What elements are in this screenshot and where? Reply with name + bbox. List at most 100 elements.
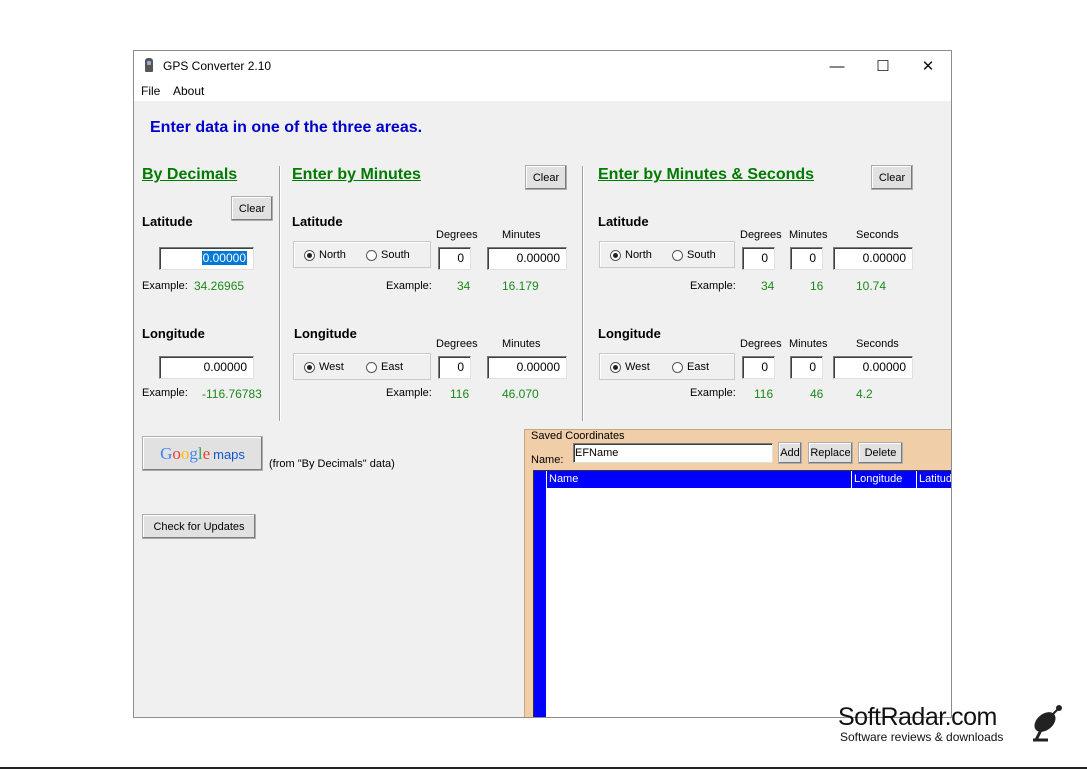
radio-unselected-icon bbox=[672, 361, 683, 373]
by-minutes-title: Enter by Minutes bbox=[292, 166, 421, 183]
minutes-east-radio[interactable]: East bbox=[366, 361, 403, 373]
radio-unselected-icon bbox=[672, 249, 683, 261]
column-header-longitude[interactable]: Longitude bbox=[851, 471, 916, 488]
minutes-longitude-label: Longitude bbox=[294, 326, 357, 341]
minutes-lat-example-deg: 34 bbox=[457, 279, 471, 293]
seconds-lon-example-sec: 4.2 bbox=[856, 387, 873, 401]
radio-selected-icon bbox=[304, 361, 315, 373]
seconds-lat-example-deg: 34 bbox=[761, 279, 775, 293]
seconds-west-radio[interactable]: West bbox=[610, 361, 650, 373]
seconds-lat-example-sec: 10.74 bbox=[856, 279, 887, 293]
minutes-lon-example-label: Example: bbox=[386, 387, 432, 399]
decimals-clear-button[interactable]: Clear bbox=[231, 196, 273, 221]
seconds-east-radio[interactable]: East bbox=[672, 361, 709, 373]
seconds-lat-seconds-input[interactable]: 0.00000 bbox=[833, 247, 913, 270]
radio-unselected-icon bbox=[366, 361, 377, 373]
separator-2 bbox=[582, 166, 584, 421]
saved-add-button[interactable]: Add bbox=[778, 442, 802, 464]
softradar-watermark: SoftRadar.com bbox=[838, 703, 997, 731]
separator-1 bbox=[279, 166, 281, 421]
list-header: Name Longitude Latitud bbox=[546, 471, 951, 488]
column-header-latitude[interactable]: Latitud bbox=[916, 471, 951, 488]
minutes-north-label: North bbox=[319, 249, 346, 261]
saved-coordinates-panel: Saved Coordinates Name: EFName Add Repla… bbox=[524, 429, 951, 717]
minutes-lon-example-deg: 116 bbox=[450, 387, 470, 401]
check-updates-button[interactable]: Check for Updates bbox=[142, 514, 256, 539]
radio-unselected-icon bbox=[366, 249, 377, 261]
saved-coordinates-list[interactable]: Name Longitude Latitud bbox=[533, 470, 951, 717]
decimals-lon-example-value: -116.76783 bbox=[202, 387, 262, 401]
seconds-east-label: East bbox=[687, 361, 710, 373]
radio-selected-icon bbox=[304, 249, 315, 261]
minutes-clear-button[interactable]: Clear bbox=[525, 165, 567, 190]
seconds-lat-seconds-label: Seconds bbox=[856, 229, 899, 241]
minutes-lon-minutes-label: Minutes bbox=[502, 338, 541, 350]
google-maps-note: (from "By Decimals" data) bbox=[269, 458, 395, 470]
close-button[interactable]: ✕ bbox=[905, 51, 951, 81]
minutes-lon-minutes-input[interactable]: 0.00000 bbox=[487, 356, 567, 379]
seconds-lon-degrees-input[interactable]: 0 bbox=[742, 356, 775, 379]
saved-name-input[interactable]: EFName bbox=[573, 443, 773, 463]
decimals-lon-example-label: Example: bbox=[142, 387, 188, 399]
seconds-lon-example-min: 46 bbox=[810, 387, 824, 401]
seconds-lat-minutes-input[interactable]: 0 bbox=[790, 247, 823, 270]
decimals-lat-example-value: 34.26965 bbox=[194, 279, 245, 293]
seconds-lon-example-deg: 116 bbox=[754, 387, 774, 401]
google-maps-button[interactable]: Google maps bbox=[142, 436, 263, 471]
seconds-lat-minutes-label: Minutes bbox=[789, 229, 828, 241]
saved-replace-button[interactable]: Replace bbox=[808, 442, 853, 464]
saved-delete-button[interactable]: Delete bbox=[858, 442, 903, 464]
by-seconds-title: Enter by Minutes & Seconds bbox=[598, 166, 815, 183]
minutes-lat-degrees-label: Degrees bbox=[436, 229, 478, 241]
minutes-west-radio[interactable]: West bbox=[304, 361, 344, 373]
menu-bar: File About bbox=[134, 81, 951, 101]
title-bar: GPS Converter 2.10 — ☐ ✕ bbox=[134, 51, 951, 81]
minutes-lat-example-label: Example: bbox=[386, 280, 432, 292]
seconds-lon-example-label: Example: bbox=[690, 387, 736, 399]
seconds-lon-seconds-label: Seconds bbox=[856, 338, 899, 350]
seconds-latitude-label: Latitude bbox=[598, 214, 649, 229]
minutes-south-radio[interactable]: South bbox=[366, 249, 410, 261]
minutes-north-radio[interactable]: North bbox=[304, 249, 346, 261]
seconds-south-label: South bbox=[687, 249, 716, 261]
seconds-lon-degrees-label: Degrees bbox=[740, 338, 782, 350]
maximize-button[interactable]: ☐ bbox=[860, 51, 906, 81]
column-header-name[interactable]: Name bbox=[546, 471, 851, 488]
seconds-north-radio[interactable]: North bbox=[610, 249, 652, 261]
menu-file[interactable]: File bbox=[141, 84, 160, 98]
google-maps-text: maps bbox=[213, 446, 245, 462]
seconds-lat-example-label: Example: bbox=[690, 280, 736, 292]
window-title: GPS Converter 2.10 bbox=[163, 59, 272, 73]
app-window: GPS Converter 2.10 — ☐ ✕ File About Ente… bbox=[133, 50, 952, 718]
list-row-header-column bbox=[534, 471, 546, 717]
decimals-latitude-value: 0.00000 bbox=[201, 251, 247, 265]
minutes-lon-hemisphere-group: West East bbox=[293, 353, 431, 380]
satellite-dish-icon bbox=[1033, 705, 1062, 742]
minutes-south-label: South bbox=[381, 249, 410, 261]
seconds-clear-button[interactable]: Clear bbox=[871, 165, 913, 190]
seconds-lat-hemisphere-group: North South bbox=[599, 241, 735, 268]
seconds-lat-degrees-input[interactable]: 0 bbox=[742, 247, 775, 270]
seconds-lon-hemisphere-group: West East bbox=[599, 353, 735, 380]
saved-name-label: Name: bbox=[531, 454, 564, 466]
decimals-longitude-input[interactable]: 0.00000 bbox=[159, 356, 254, 379]
seconds-south-radio[interactable]: South bbox=[672, 249, 716, 261]
decimals-longitude-label: Longitude bbox=[142, 326, 205, 341]
decimals-latitude-label: Latitude bbox=[142, 214, 193, 229]
seconds-longitude-label: Longitude bbox=[598, 326, 661, 341]
minutes-lat-degrees-input[interactable]: 0 bbox=[438, 247, 471, 270]
seconds-north-label: North bbox=[625, 249, 652, 261]
minutes-lat-minutes-input[interactable]: 0.00000 bbox=[487, 247, 567, 270]
saved-coordinates-title: Saved Coordinates bbox=[531, 430, 625, 442]
minimize-button[interactable]: — bbox=[814, 51, 860, 81]
by-decimals-title: By Decimals bbox=[142, 166, 238, 183]
decimals-latitude-input[interactable]: 0.00000 bbox=[159, 247, 254, 270]
minutes-lon-degrees-input[interactable]: 0 bbox=[438, 356, 471, 379]
seconds-lon-seconds-input[interactable]: 0.00000 bbox=[833, 356, 913, 379]
menu-about[interactable]: About bbox=[173, 84, 204, 98]
seconds-lat-example-min: 16 bbox=[810, 279, 824, 293]
minutes-latitude-label: Latitude bbox=[292, 214, 343, 229]
minutes-lon-example-min: 46.070 bbox=[502, 387, 539, 401]
minutes-lon-degrees-label: Degrees bbox=[436, 338, 478, 350]
seconds-lon-minutes-input[interactable]: 0 bbox=[790, 356, 823, 379]
